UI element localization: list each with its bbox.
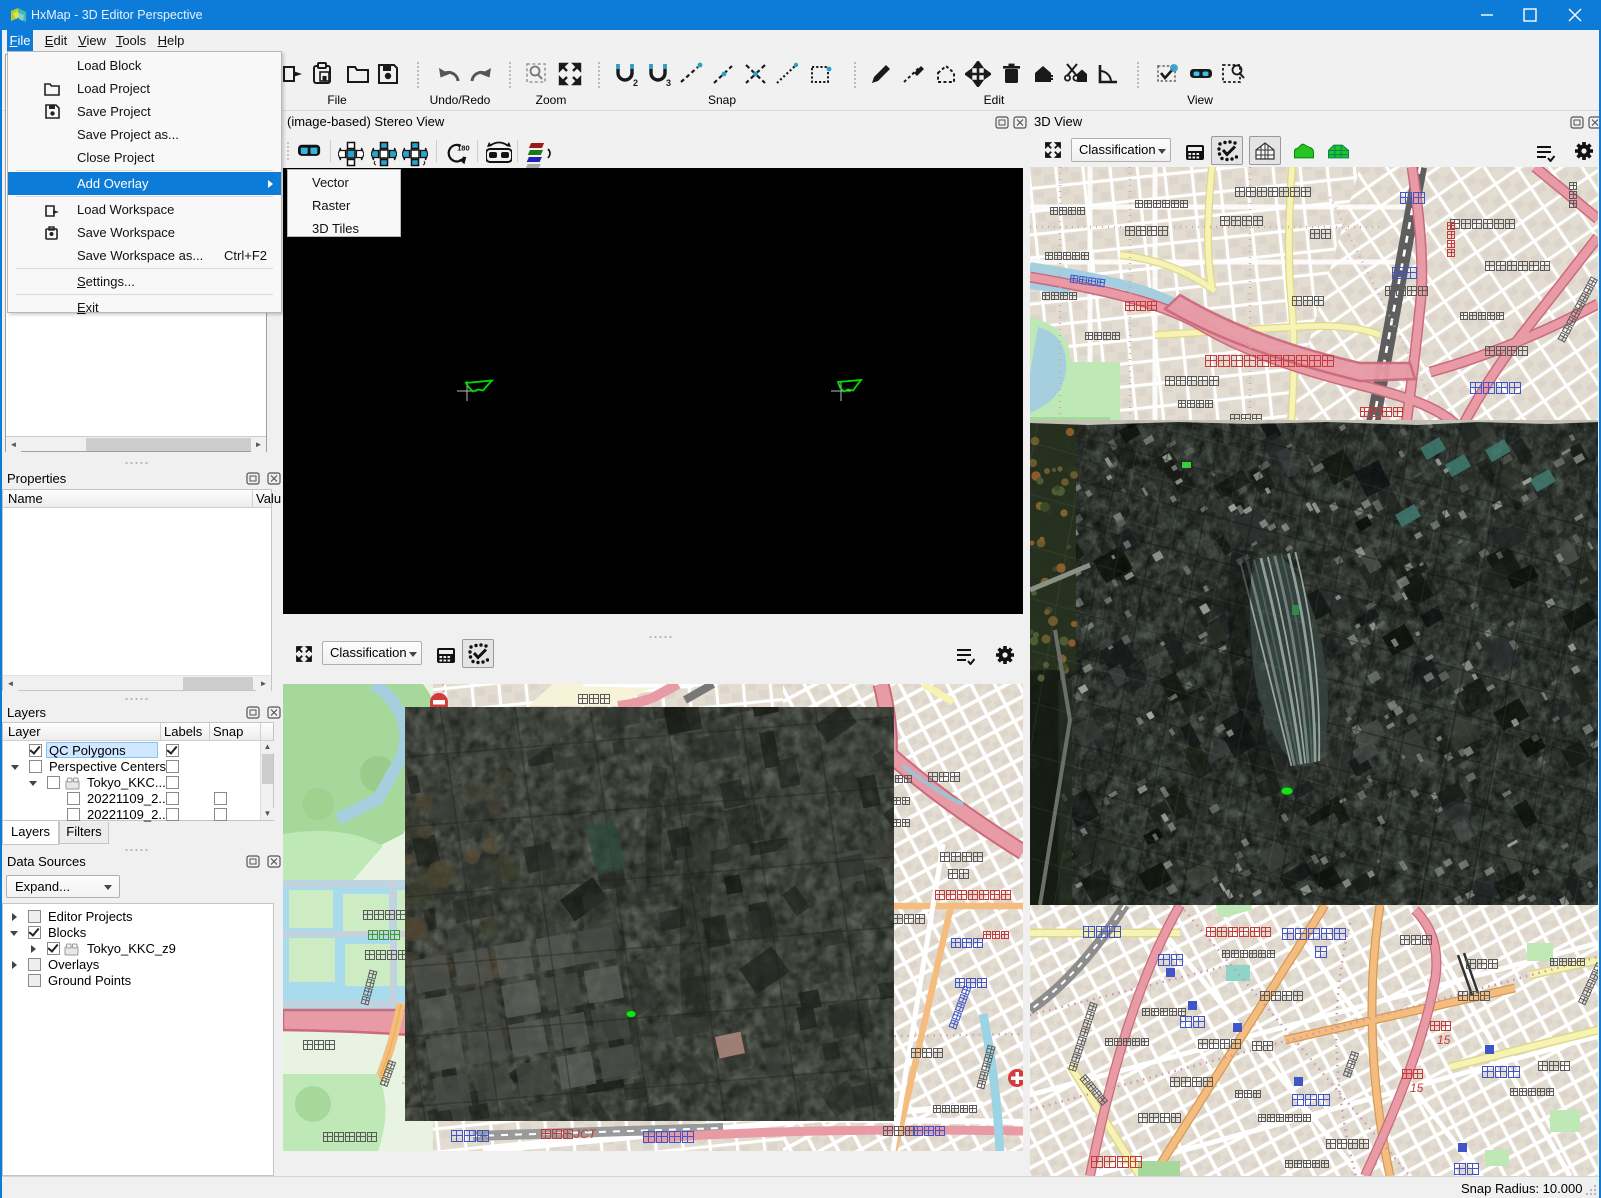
svg-text:180: 180 [457, 143, 470, 152]
svg-text:3: 3 [666, 78, 671, 87]
svg-text:2: 2 [633, 78, 638, 87]
